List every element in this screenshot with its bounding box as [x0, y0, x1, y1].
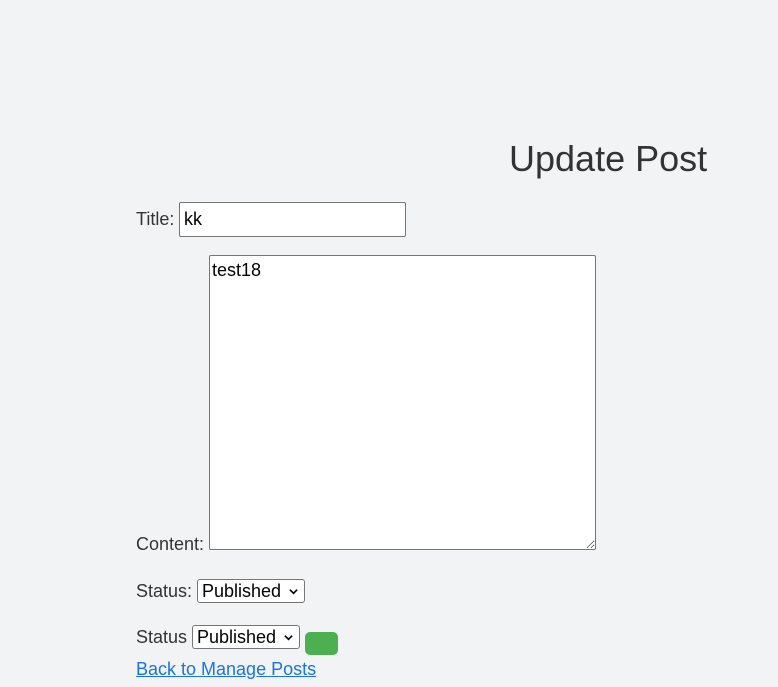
content-label: Content:: [136, 534, 205, 554]
chevron-down-icon: [289, 589, 298, 595]
update-post-page: Update Post Title: Content: test18 Statu…: [0, 0, 778, 687]
status-select-secondary-value: Published: [197, 627, 277, 647]
chevron-down-icon: [284, 635, 293, 641]
update-submit-button[interactable]: [305, 632, 338, 655]
content-textarea[interactable]: test18: [209, 255, 596, 550]
status-select-secondary[interactable]: Published: [192, 625, 300, 649]
status-select-primary[interactable]: Published: [197, 579, 305, 603]
status-label-primary: Status:: [136, 581, 193, 601]
status-select-primary-value: Published: [202, 581, 282, 601]
page-title: Update Post: [509, 138, 708, 179]
back-to-manage-posts-link[interactable]: Back to Manage Posts: [136, 658, 316, 680]
title-input[interactable]: [179, 202, 406, 237]
title-label: Title:: [136, 209, 175, 229]
status-label-secondary: Status: [136, 627, 188, 647]
